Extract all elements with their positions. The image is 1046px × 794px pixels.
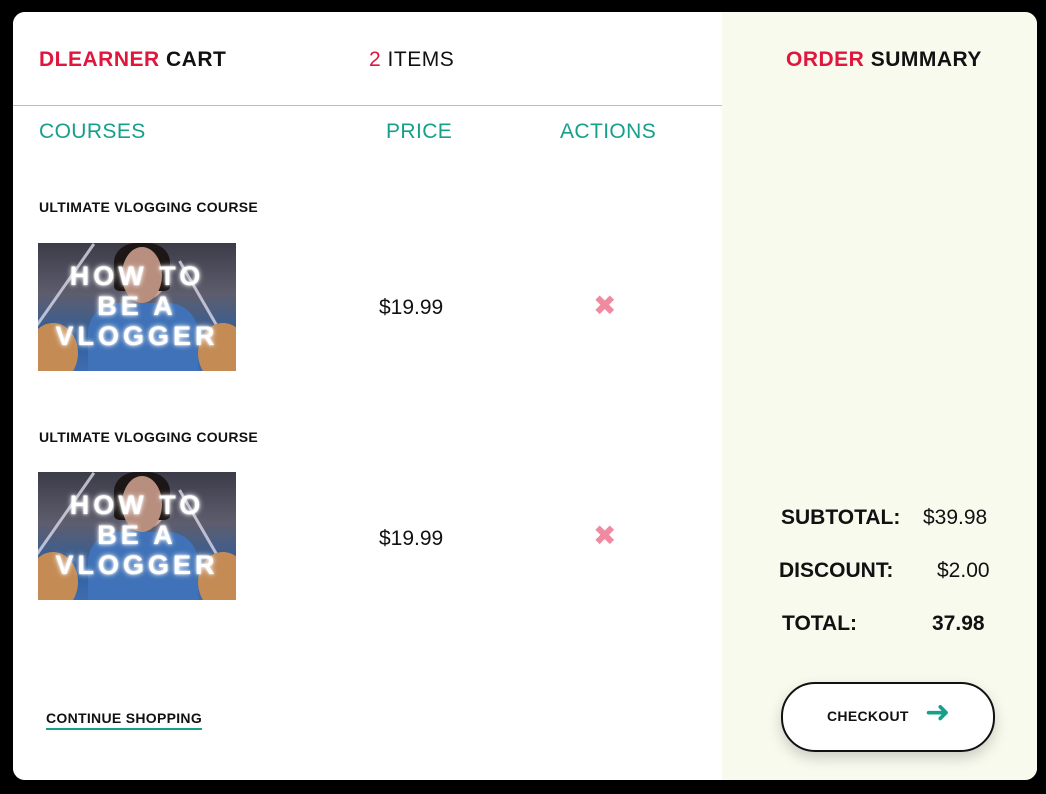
subtotal-label: SUBTOTAL: (781, 506, 901, 529)
course-price: $19.99 (379, 296, 444, 319)
item-count: 2 ITEMS (369, 48, 454, 72)
summary-rest: SUMMARY (870, 48, 982, 71)
remove-icon[interactable]: ✖ (593, 522, 616, 550)
checkout-button[interactable]: CHECKOUT ➜ (781, 682, 995, 752)
total-label: TOTAL: (782, 612, 858, 635)
header-divider (13, 105, 722, 106)
arrow-right-icon: ➜ (925, 696, 951, 729)
course-price: $19.99 (379, 527, 444, 550)
thumb-text-line: BE A (97, 520, 177, 550)
remove-icon[interactable]: ✖ (593, 292, 616, 320)
thumb-text-line: VLOGGER (55, 321, 219, 351)
order-summary-title: ORDER SUMMARY (786, 48, 982, 72)
course-thumbnail[interactable]: HOW TO BE A VLOGGER (38, 472, 236, 600)
cart-window: DLEARNER CART 2 ITEMS COURSES PRICE ACTI… (13, 12, 1037, 780)
thumb-text-line: HOW TO (69, 261, 205, 291)
cart-panel: DLEARNER CART 2 ITEMS COURSES PRICE ACTI… (13, 12, 722, 780)
summary-accent: ORDER (786, 48, 865, 71)
course-title[interactable]: ULTIMATE VLOGGING COURSE (39, 429, 258, 445)
item-count-number: 2 (369, 48, 382, 71)
cart-title: DLEARNER CART (39, 48, 226, 72)
thumb-text-line: HOW TO (69, 490, 205, 520)
thumb-text-line: BE A (97, 291, 177, 321)
column-actions: ACTIONS (560, 120, 657, 143)
thumb-text-line: VLOGGER (55, 550, 219, 580)
discount-label: DISCOUNT: (779, 559, 894, 582)
checkout-label: CHECKOUT (827, 708, 909, 724)
order-summary-panel: ORDER SUMMARY SUBTOTAL: $39.98 DISCOUNT:… (722, 12, 1037, 780)
course-title[interactable]: ULTIMATE VLOGGING COURSE (39, 199, 258, 215)
continue-shopping-link[interactable]: CONTINUE SHOPPING (46, 710, 203, 730)
subtotal-value: $39.98 (923, 506, 988, 529)
column-courses: COURSES (39, 120, 146, 143)
brand-rest: CART (166, 48, 227, 71)
item-count-label: ITEMS (387, 48, 455, 71)
course-thumbnail[interactable]: HOW TO BE A VLOGGER (38, 243, 236, 371)
total-value: 37.98 (932, 612, 985, 635)
column-price: PRICE (386, 120, 453, 143)
brand-accent: DLEARNER (39, 48, 160, 71)
discount-value: $2.00 (937, 559, 990, 582)
